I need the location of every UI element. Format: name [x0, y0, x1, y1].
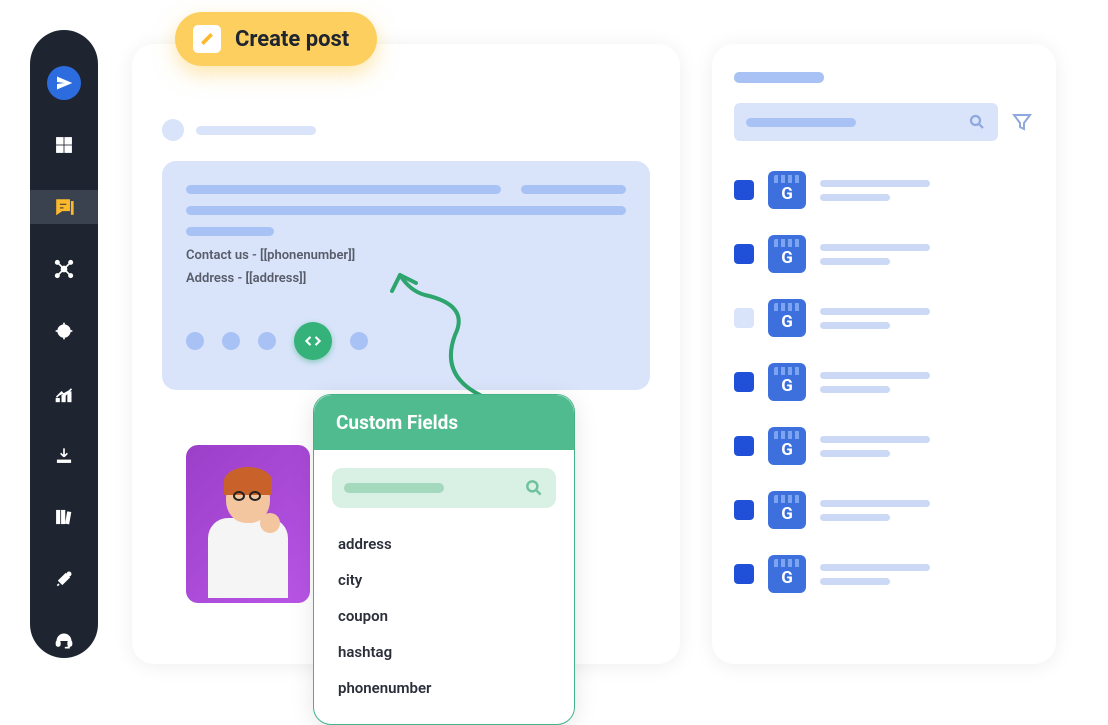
checkbox-icon[interactable]: [734, 436, 754, 456]
send-icon: [47, 66, 81, 100]
post-image-preview[interactable]: [186, 445, 310, 603]
insert-custom-field-button[interactable]: [294, 322, 332, 360]
locations-search[interactable]: [734, 103, 998, 141]
avatar-skeleton: [162, 119, 184, 141]
composer-contact-line: Contact us - [[phonenumber]]: [186, 248, 626, 263]
post-composer[interactable]: Contact us - [[phonenumber]] Address - […: [162, 161, 650, 390]
google-business-icon: G: [768, 363, 806, 401]
sidebar-item-library[interactable]: [30, 500, 98, 534]
filter-icon[interactable]: [1010, 110, 1034, 134]
sidebar-item-target[interactable]: [30, 314, 98, 348]
custom-fields-popup: Custom Fields address city coupon hashta…: [313, 394, 575, 725]
panel-title-skeleton: [734, 72, 824, 83]
checkbox-icon[interactable]: [734, 180, 754, 200]
google-business-icon: G: [768, 427, 806, 465]
tool-option-1[interactable]: [186, 332, 204, 350]
location-item[interactable]: G: [734, 299, 1034, 337]
location-item[interactable]: G: [734, 171, 1034, 209]
location-item[interactable]: G: [734, 427, 1034, 465]
sidebar-item-tools[interactable]: [30, 562, 98, 596]
locations-panel: G G G G G G G: [712, 44, 1056, 664]
google-business-icon: G: [768, 171, 806, 209]
dashboard-icon: [54, 135, 74, 155]
composer-address-line: Address - [[address]]: [186, 271, 626, 286]
custom-field-item[interactable]: coupon: [338, 598, 550, 634]
location-item[interactable]: G: [734, 235, 1034, 273]
search-placeholder-skeleton: [344, 483, 444, 493]
search-icon: [524, 478, 544, 498]
custom-field-item[interactable]: phonenumber: [338, 670, 550, 706]
custom-fields-list: address city coupon hashtag phonenumber: [314, 518, 574, 724]
edit-icon: [193, 25, 221, 53]
google-business-icon: G: [768, 235, 806, 273]
search-text-skeleton: [746, 118, 856, 127]
locations-list: G G G G G G G: [734, 171, 1034, 593]
google-business-icon: G: [768, 299, 806, 337]
tools-icon: [54, 569, 74, 589]
posts-icon: [53, 196, 75, 218]
create-post-label: Create post: [235, 27, 349, 52]
location-item[interactable]: G: [734, 555, 1034, 593]
sidebar-item-send[interactable]: [30, 66, 98, 100]
custom-field-item[interactable]: hashtag: [338, 634, 550, 670]
tool-option-4[interactable]: [350, 332, 368, 350]
checkbox-icon[interactable]: [734, 308, 754, 328]
create-post-badge[interactable]: Create post: [175, 12, 377, 66]
download-icon: [54, 445, 74, 465]
sidebar-item-analytics[interactable]: [30, 376, 98, 410]
analytics-icon: [54, 383, 74, 403]
network-icon: [54, 259, 74, 279]
library-icon: [54, 507, 74, 527]
custom-field-item[interactable]: city: [338, 562, 550, 598]
custom-fields-title: Custom Fields: [314, 395, 574, 450]
custom-fields-search[interactable]: [332, 468, 556, 508]
location-item[interactable]: G: [734, 491, 1034, 529]
sidebar-item-download[interactable]: [30, 438, 98, 472]
checkbox-icon[interactable]: [734, 500, 754, 520]
sidebar-item-dashboard[interactable]: [30, 128, 98, 162]
composer-toolbar: [186, 322, 626, 360]
sidebar-item-posts[interactable]: [30, 190, 98, 224]
sidebar-nav: [30, 30, 98, 658]
google-business-icon: G: [768, 491, 806, 529]
sidebar-item-network[interactable]: [30, 252, 98, 286]
tool-option-2[interactable]: [222, 332, 240, 350]
checkbox-icon[interactable]: [734, 244, 754, 264]
search-icon: [968, 113, 986, 131]
checkbox-icon[interactable]: [734, 372, 754, 392]
tool-option-3[interactable]: [258, 332, 276, 350]
target-icon: [54, 321, 74, 341]
sidebar-item-support[interactable]: [30, 624, 98, 658]
support-icon: [54, 631, 74, 651]
custom-field-item[interactable]: address: [338, 526, 550, 562]
google-business-icon: G: [768, 555, 806, 593]
checkbox-icon[interactable]: [734, 564, 754, 584]
location-item[interactable]: G: [734, 363, 1034, 401]
code-icon: [303, 331, 323, 351]
name-skeleton: [196, 126, 316, 135]
